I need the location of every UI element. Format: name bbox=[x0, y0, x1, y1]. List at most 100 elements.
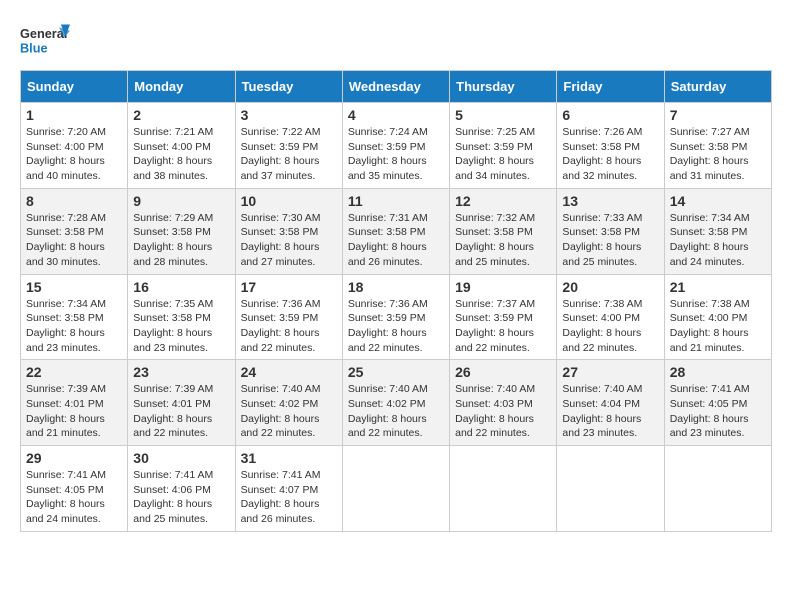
calendar-cell: 7 Sunrise: 7:27 AMSunset: 3:58 PMDayligh… bbox=[664, 103, 771, 189]
day-number: 30 bbox=[133, 450, 229, 466]
day-number: 10 bbox=[241, 193, 337, 209]
day-info: Sunrise: 7:24 AMSunset: 3:59 PMDaylight:… bbox=[348, 126, 428, 182]
calendar-cell: 11 Sunrise: 7:31 AMSunset: 3:58 PMDaylig… bbox=[342, 188, 449, 274]
day-number: 26 bbox=[455, 364, 551, 380]
day-info: Sunrise: 7:30 AMSunset: 3:58 PMDaylight:… bbox=[241, 212, 321, 268]
calendar-header-tuesday: Tuesday bbox=[235, 71, 342, 103]
day-number: 19 bbox=[455, 279, 551, 295]
calendar-cell bbox=[557, 446, 664, 532]
calendar-cell: 18 Sunrise: 7:36 AMSunset: 3:59 PMDaylig… bbox=[342, 274, 449, 360]
calendar-cell: 9 Sunrise: 7:29 AMSunset: 3:58 PMDayligh… bbox=[128, 188, 235, 274]
calendar-cell: 31 Sunrise: 7:41 AMSunset: 4:07 PMDaylig… bbox=[235, 446, 342, 532]
day-number: 31 bbox=[241, 450, 337, 466]
calendar-header-saturday: Saturday bbox=[664, 71, 771, 103]
day-info: Sunrise: 7:40 AMSunset: 4:02 PMDaylight:… bbox=[241, 383, 321, 439]
day-info: Sunrise: 7:37 AMSunset: 3:59 PMDaylight:… bbox=[455, 298, 535, 354]
day-number: 12 bbox=[455, 193, 551, 209]
calendar-cell: 15 Sunrise: 7:34 AMSunset: 3:58 PMDaylig… bbox=[21, 274, 128, 360]
day-number: 7 bbox=[670, 107, 766, 123]
day-number: 5 bbox=[455, 107, 551, 123]
calendar-week-row: 8 Sunrise: 7:28 AMSunset: 3:58 PMDayligh… bbox=[21, 188, 772, 274]
calendar-cell: 4 Sunrise: 7:24 AMSunset: 3:59 PMDayligh… bbox=[342, 103, 449, 189]
calendar-cell: 5 Sunrise: 7:25 AMSunset: 3:59 PMDayligh… bbox=[450, 103, 557, 189]
day-number: 15 bbox=[26, 279, 122, 295]
day-number: 21 bbox=[670, 279, 766, 295]
day-number: 3 bbox=[241, 107, 337, 123]
day-info: Sunrise: 7:33 AMSunset: 3:58 PMDaylight:… bbox=[562, 212, 642, 268]
day-number: 2 bbox=[133, 107, 229, 123]
day-number: 22 bbox=[26, 364, 122, 380]
day-info: Sunrise: 7:40 AMSunset: 4:02 PMDaylight:… bbox=[348, 383, 428, 439]
day-info: Sunrise: 7:21 AMSunset: 4:00 PMDaylight:… bbox=[133, 126, 213, 182]
calendar-header-wednesday: Wednesday bbox=[342, 71, 449, 103]
calendar-cell: 1 Sunrise: 7:20 AMSunset: 4:00 PMDayligh… bbox=[21, 103, 128, 189]
calendar-table: SundayMondayTuesdayWednesdayThursdayFrid… bbox=[20, 70, 772, 532]
calendar-cell: 25 Sunrise: 7:40 AMSunset: 4:02 PMDaylig… bbox=[342, 360, 449, 446]
day-info: Sunrise: 7:36 AMSunset: 3:59 PMDaylight:… bbox=[348, 298, 428, 354]
calendar-cell: 17 Sunrise: 7:36 AMSunset: 3:59 PMDaylig… bbox=[235, 274, 342, 360]
calendar-header-monday: Monday bbox=[128, 71, 235, 103]
day-number: 9 bbox=[133, 193, 229, 209]
day-number: 29 bbox=[26, 450, 122, 466]
calendar-cell: 12 Sunrise: 7:32 AMSunset: 3:58 PMDaylig… bbox=[450, 188, 557, 274]
svg-text:Blue: Blue bbox=[20, 41, 48, 56]
calendar-cell: 20 Sunrise: 7:38 AMSunset: 4:00 PMDaylig… bbox=[557, 274, 664, 360]
calendar-cell: 14 Sunrise: 7:34 AMSunset: 3:58 PMDaylig… bbox=[664, 188, 771, 274]
day-info: Sunrise: 7:34 AMSunset: 3:58 PMDaylight:… bbox=[26, 298, 106, 354]
day-number: 1 bbox=[26, 107, 122, 123]
logo: General Blue bbox=[20, 20, 74, 60]
day-number: 11 bbox=[348, 193, 444, 209]
day-info: Sunrise: 7:32 AMSunset: 3:58 PMDaylight:… bbox=[455, 212, 535, 268]
day-info: Sunrise: 7:25 AMSunset: 3:59 PMDaylight:… bbox=[455, 126, 535, 182]
day-info: Sunrise: 7:39 AMSunset: 4:01 PMDaylight:… bbox=[26, 383, 106, 439]
calendar-cell: 10 Sunrise: 7:30 AMSunset: 3:58 PMDaylig… bbox=[235, 188, 342, 274]
calendar-header-row: SundayMondayTuesdayWednesdayThursdayFrid… bbox=[21, 71, 772, 103]
day-info: Sunrise: 7:41 AMSunset: 4:05 PMDaylight:… bbox=[26, 469, 106, 525]
calendar-cell: 28 Sunrise: 7:41 AMSunset: 4:05 PMDaylig… bbox=[664, 360, 771, 446]
calendar-cell: 23 Sunrise: 7:39 AMSunset: 4:01 PMDaylig… bbox=[128, 360, 235, 446]
day-info: Sunrise: 7:29 AMSunset: 3:58 PMDaylight:… bbox=[133, 212, 213, 268]
calendar-cell: 8 Sunrise: 7:28 AMSunset: 3:58 PMDayligh… bbox=[21, 188, 128, 274]
calendar-cell bbox=[450, 446, 557, 532]
day-info: Sunrise: 7:41 AMSunset: 4:05 PMDaylight:… bbox=[670, 383, 750, 439]
calendar-cell: 29 Sunrise: 7:41 AMSunset: 4:05 PMDaylig… bbox=[21, 446, 128, 532]
day-info: Sunrise: 7:22 AMSunset: 3:59 PMDaylight:… bbox=[241, 126, 321, 182]
day-number: 14 bbox=[670, 193, 766, 209]
day-info: Sunrise: 7:31 AMSunset: 3:58 PMDaylight:… bbox=[348, 212, 428, 268]
day-number: 23 bbox=[133, 364, 229, 380]
day-info: Sunrise: 7:41 AMSunset: 4:06 PMDaylight:… bbox=[133, 469, 213, 525]
calendar-header-friday: Friday bbox=[557, 71, 664, 103]
day-info: Sunrise: 7:36 AMSunset: 3:59 PMDaylight:… bbox=[241, 298, 321, 354]
calendar-cell: 19 Sunrise: 7:37 AMSunset: 3:59 PMDaylig… bbox=[450, 274, 557, 360]
day-number: 13 bbox=[562, 193, 658, 209]
logo-icon: General Blue bbox=[20, 20, 70, 60]
day-info: Sunrise: 7:27 AMSunset: 3:58 PMDaylight:… bbox=[670, 126, 750, 182]
day-number: 6 bbox=[562, 107, 658, 123]
day-number: 18 bbox=[348, 279, 444, 295]
day-info: Sunrise: 7:38 AMSunset: 4:00 PMDaylight:… bbox=[562, 298, 642, 354]
calendar-header-thursday: Thursday bbox=[450, 71, 557, 103]
calendar-cell: 3 Sunrise: 7:22 AMSunset: 3:59 PMDayligh… bbox=[235, 103, 342, 189]
day-info: Sunrise: 7:40 AMSunset: 4:03 PMDaylight:… bbox=[455, 383, 535, 439]
day-info: Sunrise: 7:35 AMSunset: 3:58 PMDaylight:… bbox=[133, 298, 213, 354]
day-number: 25 bbox=[348, 364, 444, 380]
day-number: 24 bbox=[241, 364, 337, 380]
calendar-cell: 6 Sunrise: 7:26 AMSunset: 3:58 PMDayligh… bbox=[557, 103, 664, 189]
day-info: Sunrise: 7:38 AMSunset: 4:00 PMDaylight:… bbox=[670, 298, 750, 354]
day-number: 16 bbox=[133, 279, 229, 295]
calendar-week-row: 22 Sunrise: 7:39 AMSunset: 4:01 PMDaylig… bbox=[21, 360, 772, 446]
calendar-week-row: 15 Sunrise: 7:34 AMSunset: 3:58 PMDaylig… bbox=[21, 274, 772, 360]
day-info: Sunrise: 7:40 AMSunset: 4:04 PMDaylight:… bbox=[562, 383, 642, 439]
day-number: 27 bbox=[562, 364, 658, 380]
calendar-cell: 22 Sunrise: 7:39 AMSunset: 4:01 PMDaylig… bbox=[21, 360, 128, 446]
day-number: 28 bbox=[670, 364, 766, 380]
day-info: Sunrise: 7:26 AMSunset: 3:58 PMDaylight:… bbox=[562, 126, 642, 182]
calendar-header-sunday: Sunday bbox=[21, 71, 128, 103]
calendar-cell bbox=[342, 446, 449, 532]
calendar-cell: 16 Sunrise: 7:35 AMSunset: 3:58 PMDaylig… bbox=[128, 274, 235, 360]
calendar-week-row: 29 Sunrise: 7:41 AMSunset: 4:05 PMDaylig… bbox=[21, 446, 772, 532]
day-number: 8 bbox=[26, 193, 122, 209]
calendar-cell: 30 Sunrise: 7:41 AMSunset: 4:06 PMDaylig… bbox=[128, 446, 235, 532]
calendar-cell bbox=[664, 446, 771, 532]
calendar-week-row: 1 Sunrise: 7:20 AMSunset: 4:00 PMDayligh… bbox=[21, 103, 772, 189]
